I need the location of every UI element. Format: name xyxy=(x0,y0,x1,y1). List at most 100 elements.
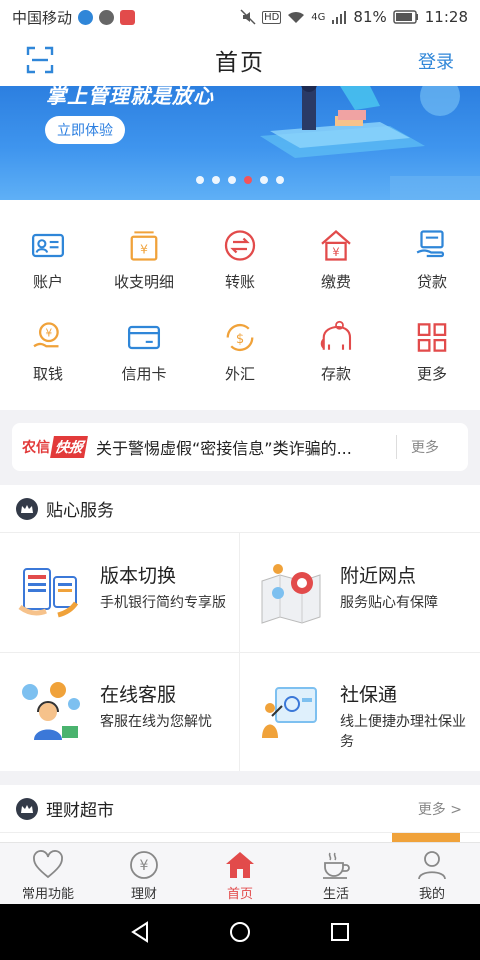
banner-dot[interactable] xyxy=(212,176,220,184)
section-title: 贴心服务 xyxy=(46,501,114,521)
grid-item-transactions[interactable]: ¥ 收支明细 xyxy=(96,200,192,292)
wifi-icon xyxy=(288,11,305,23)
grid-item-deposit[interactable]: 存款 xyxy=(288,292,384,384)
credit-card-icon xyxy=(127,325,161,350)
tab-mine[interactable]: 我的 xyxy=(384,843,480,904)
service-title: 社保通 xyxy=(340,684,398,706)
grid-label: 收支明细 xyxy=(113,273,174,291)
grid-label: 存款 xyxy=(320,365,351,383)
back-icon[interactable] xyxy=(129,921,151,943)
grid-item-loan[interactable]: 贷款 xyxy=(384,200,480,292)
service-nearby-branches[interactable]: 附近网点 服务贴心有保障 xyxy=(240,533,480,652)
yuan-house-icon: ¥ xyxy=(321,229,351,261)
service-version-switch[interactable]: 版本切换 手机银行简约专享版 xyxy=(0,533,240,652)
social-security-illustration xyxy=(262,687,317,738)
customer-service-illustration xyxy=(22,682,80,740)
tab-label: 生活 xyxy=(322,887,349,902)
function-grid: 账户 ¥ 收支明细 转账 ¥ 缴费 贷款 ¥ 取钱 信用卡 $ 外汇 存款 更多 xyxy=(0,200,480,410)
phone-switch-illustration xyxy=(18,568,79,618)
app-notify-icon xyxy=(120,9,136,25)
login-button[interactable]: 登录 xyxy=(418,48,454,74)
grid-label: 缴费 xyxy=(320,273,351,291)
svg-text:¥: ¥ xyxy=(46,328,53,340)
app-root: 中国移动 HD 4G 81% 11:28 首页 登录 掌上管理就是放心 立即体验… xyxy=(0,0,480,960)
yuan-book-icon: ¥ xyxy=(130,231,158,261)
crown-icon xyxy=(16,797,38,820)
news-headline[interactable]: 关于警惕虚假“密接信息”类诈骗的... xyxy=(96,435,388,459)
tab-common[interactable]: 常用功能 xyxy=(0,843,96,904)
tab-label: 首页 xyxy=(226,887,253,902)
banner-headline: 掌上管理就是放心 xyxy=(46,86,214,108)
tab-label: 理财 xyxy=(130,887,157,902)
grid-item-withdraw[interactable]: ¥ 取钱 xyxy=(0,292,96,384)
grid-label: 贷款 xyxy=(416,273,447,291)
grid-item-more[interactable]: 更多 xyxy=(384,292,480,384)
svg-text:¥: ¥ xyxy=(140,242,148,256)
grid-item-transfer[interactable]: 转账 xyxy=(192,200,288,292)
id-card-icon xyxy=(31,233,65,258)
tab-home[interactable]: 首页 xyxy=(192,843,288,904)
try-now-button[interactable]: 立即体验 xyxy=(45,116,125,144)
banner-dot[interactable] xyxy=(228,176,236,184)
location-icon xyxy=(78,9,94,25)
grid-label: 更多 xyxy=(416,365,447,383)
banner-pagination xyxy=(0,176,480,184)
services-header: 贴心服务 xyxy=(0,485,480,533)
grid-item-account[interactable]: 账户 xyxy=(0,200,96,292)
battery-percent: 81% xyxy=(353,8,387,26)
top-navbar: 首页 登录 xyxy=(0,34,480,86)
service-online-support[interactable]: 在线客服 客服在线为您解忧 xyxy=(0,652,240,771)
message-icon xyxy=(99,9,115,25)
news-badge: 农信 快报 xyxy=(22,436,88,458)
home-circle-icon[interactable] xyxy=(229,921,251,943)
signal-icon xyxy=(332,11,347,24)
banner-dot[interactable] xyxy=(196,176,204,184)
grid-label: 信用卡 xyxy=(121,365,167,383)
svg-text:$: $ xyxy=(236,332,244,347)
grid-item-payment[interactable]: ¥ 缴费 xyxy=(288,200,384,292)
grid-item-credit-card[interactable]: 信用卡 xyxy=(96,292,192,384)
banner-dot[interactable] xyxy=(276,176,284,184)
grid-item-forex[interactable]: $ 外汇 xyxy=(192,292,288,384)
grid-label: 外汇 xyxy=(224,365,255,383)
finance-more-link[interactable]: 更多 > xyxy=(418,799,462,819)
service-social-security[interactable]: 社保通 线上便捷办理社保业务 xyxy=(240,652,480,771)
coffee-icon xyxy=(323,852,350,879)
scan-icon[interactable] xyxy=(26,46,54,74)
tab-life[interactable]: 生活 xyxy=(288,843,384,904)
service-desc: 服务贴心有保障 xyxy=(340,595,438,611)
hand-coin-icon: ¥ xyxy=(33,322,59,348)
banner-dot[interactable] xyxy=(260,176,268,184)
service-title: 版本切换 xyxy=(100,565,177,587)
services-panel: 版本切换 手机银行简约专享版 附近网点 服务贴心有保障 在线客服 客服在线为您解… xyxy=(0,533,480,771)
user-icon xyxy=(418,851,446,880)
carrier-name: 中国移动 xyxy=(12,8,73,27)
yuan-circle-icon: ¥ xyxy=(130,851,158,879)
loan-icon xyxy=(416,230,445,258)
tab-finance[interactable]: ¥ 理财 xyxy=(96,843,192,904)
service-title: 附近网点 xyxy=(340,565,417,587)
tab-label: 我的 xyxy=(418,887,445,902)
news-badge-label: 快报 xyxy=(50,436,88,458)
service-title: 在线客服 xyxy=(100,684,177,706)
battery-icon xyxy=(393,10,418,24)
banner-dot-active[interactable] xyxy=(244,176,252,184)
svg-text:¥: ¥ xyxy=(332,245,339,259)
service-desc: 手机银行简约专享版 xyxy=(100,595,226,611)
elephant-icon xyxy=(320,320,352,350)
map-pin-illustration xyxy=(261,564,321,624)
page-title: 首页 xyxy=(215,50,265,76)
status-bar: 中国移动 HD 4G 81% 11:28 xyxy=(0,0,480,34)
network-type: 4G xyxy=(311,11,326,23)
exchange-icon: $ xyxy=(226,323,254,352)
news-badge-source: 农信 xyxy=(22,440,50,456)
more-grid-icon xyxy=(417,323,447,352)
section-title: 理财超市 xyxy=(46,801,114,821)
news-more-link[interactable]: 更多 xyxy=(411,437,439,457)
transfer-icon xyxy=(224,230,256,261)
recents-icon[interactable] xyxy=(329,921,351,943)
divider xyxy=(396,435,397,459)
grid-label: 账户 xyxy=(32,273,63,291)
service-desc: 客服在线为您解忧 xyxy=(100,714,212,730)
news-ticker[interactable]: 农信 快报 关于警惕虚假“密接信息”类诈骗的... 更多 xyxy=(12,423,468,471)
